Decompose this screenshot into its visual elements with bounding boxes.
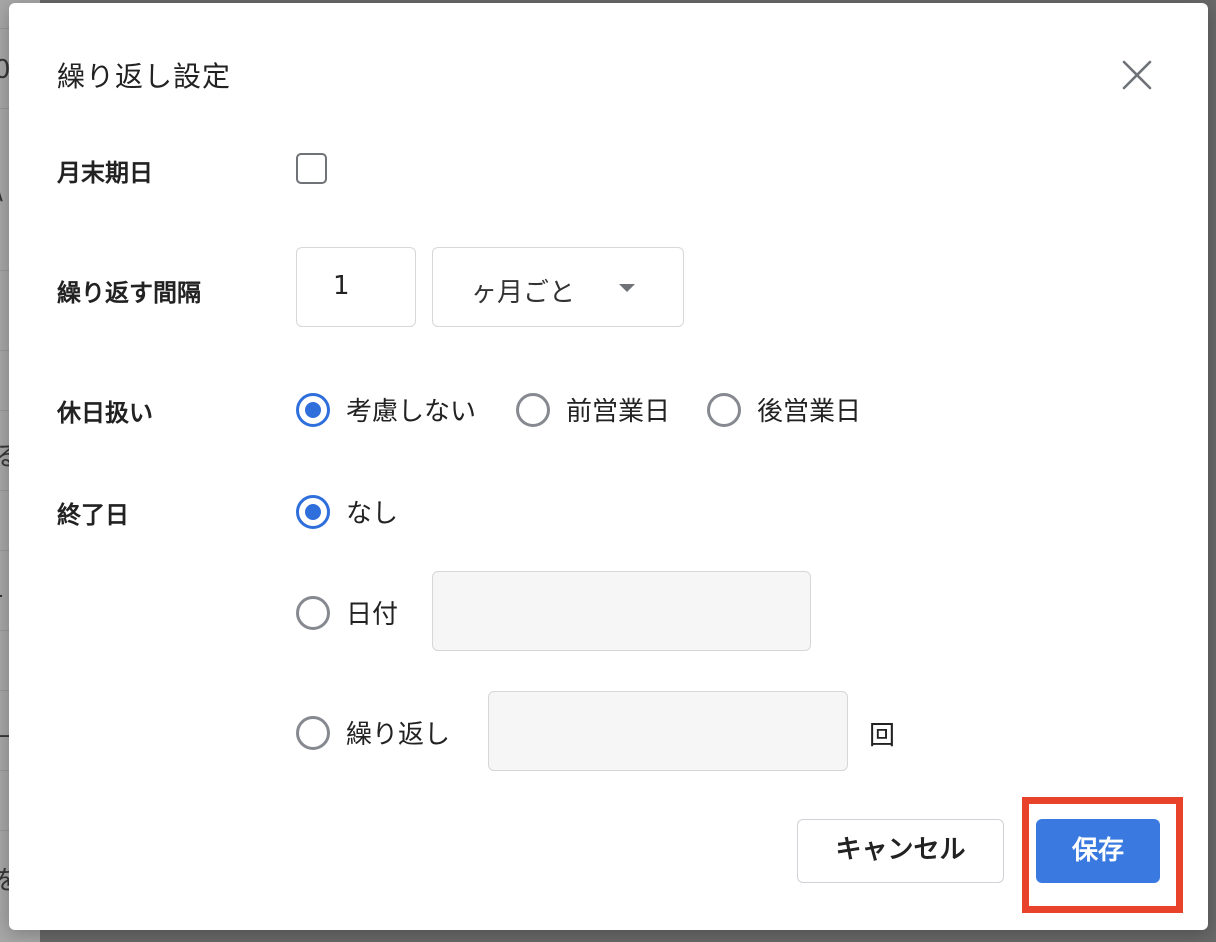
radio-button[interactable]: [296, 494, 330, 529]
close-icon: [1122, 60, 1152, 90]
caret-down-icon: [619, 284, 635, 292]
end-date-label: 終了日: [57, 501, 129, 529]
repeat-count-input[interactable]: [488, 691, 848, 771]
end-option-none[interactable]: なし: [296, 493, 398, 530]
radio-button[interactable]: [296, 595, 330, 630]
interval-unit-select[interactable]: ヶ月ごと: [432, 247, 684, 327]
interval-input[interactable]: 1: [296, 247, 416, 327]
radio-button[interactable]: [296, 392, 330, 427]
radio-label: 繰り返し: [346, 720, 451, 750]
interval-unit-value: ヶ月ごと: [471, 278, 576, 308]
close-button[interactable]: [1117, 55, 1157, 95]
holiday-option-previous[interactable]: 前営業日: [516, 391, 670, 428]
end-date-input[interactable]: [432, 571, 811, 651]
cancel-button[interactable]: キャンセル: [797, 819, 1004, 883]
repeat-settings-dialog: 繰り返し設定 月末期日 繰り返す間隔 1 ヶ月ごと 休日扱い 考慮しない 前営業…: [9, 3, 1208, 930]
radio-button[interactable]: [516, 392, 550, 427]
holiday-option-next[interactable]: 後営業日: [707, 391, 861, 428]
month-end-checkbox[interactable]: [296, 153, 327, 184]
holiday-option-none[interactable]: 考慮しない: [296, 391, 476, 428]
radio-label: 考慮しない: [346, 397, 477, 427]
repeat-unit-label: 回: [869, 721, 896, 751]
save-button[interactable]: 保存: [1036, 819, 1160, 883]
radio-button[interactable]: [707, 392, 741, 427]
dialog-title: 繰り返し設定: [57, 60, 232, 93]
end-option-date[interactable]: 日付: [296, 594, 398, 631]
month-end-label: 月末期日: [57, 159, 153, 187]
interval-label: 繰り返す間隔: [57, 279, 201, 307]
end-option-repeat[interactable]: 繰り返し: [296, 714, 450, 751]
radio-label: なし: [346, 499, 399, 529]
radio-label: 前営業日: [566, 397, 671, 427]
radio-button[interactable]: [296, 715, 330, 750]
radio-label: 後営業日: [757, 397, 862, 427]
radio-label: 日付: [346, 600, 399, 630]
holiday-label: 休日扱い: [57, 399, 153, 427]
